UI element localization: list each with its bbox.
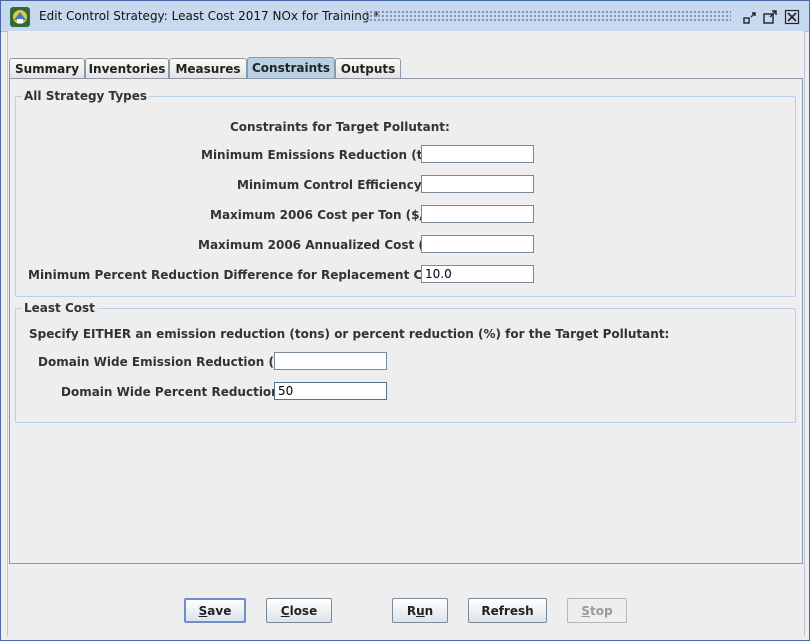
stop-mnemonic: S bbox=[581, 603, 591, 618]
close-icon[interactable] bbox=[784, 9, 800, 25]
max-annualized-cost-input[interactable] bbox=[421, 235, 534, 253]
run-label-rest: n bbox=[424, 603, 434, 618]
close-label-rest: lose bbox=[289, 603, 318, 618]
minimize-icon[interactable] bbox=[742, 9, 758, 25]
max-annualized-cost-label: Maximum 2006 Annualized Cost ($/yr) bbox=[198, 238, 456, 252]
min-control-efficiency-input[interactable] bbox=[421, 175, 534, 193]
tab-summary[interactable]: Summary bbox=[9, 58, 85, 79]
least-cost-instruction: Specify EITHER an emission reduction (to… bbox=[29, 327, 670, 341]
min-control-efficiency-label: Minimum Control Efficiency (%) bbox=[237, 178, 449, 192]
min-percent-reduction-difference-input[interactable] bbox=[421, 265, 534, 283]
min-emissions-reduction-label: Minimum Emissions Reduction (tons) bbox=[201, 148, 452, 162]
refresh-button[interactable]: Refresh bbox=[468, 598, 547, 623]
max-cost-per-ton-input[interactable] bbox=[421, 205, 534, 223]
run-button[interactable]: Run bbox=[392, 598, 448, 623]
maximize-icon[interactable] bbox=[762, 9, 778, 25]
close-mnemonic: C bbox=[280, 603, 290, 618]
tab-outputs[interactable]: Outputs bbox=[335, 58, 401, 79]
edit-control-strategy-window: Edit Control Strategy: Least Cost 2017 N… bbox=[0, 0, 810, 641]
emf-app-icon bbox=[10, 7, 30, 27]
constraints-heading: Constraints for Target Pollutant: bbox=[230, 120, 450, 134]
domain-wide-emission-reduction-input[interactable] bbox=[274, 352, 387, 370]
domain-wide-emission-reduction-label: Domain Wide Emission Reduction (tons) bbox=[38, 355, 310, 369]
tab-inventories[interactable]: Inventories bbox=[85, 58, 169, 79]
stop-label-rest: top bbox=[590, 603, 613, 618]
save-label-rest: ave bbox=[207, 603, 232, 618]
tab-constraints[interactable]: Constraints bbox=[247, 57, 335, 80]
save-mnemonic: S bbox=[198, 603, 208, 618]
domain-wide-percent-reduction-input[interactable] bbox=[274, 382, 387, 400]
save-button[interactable]: Save bbox=[184, 598, 246, 623]
tab-measures[interactable]: Measures bbox=[169, 58, 247, 79]
title-bar-grip bbox=[365, 10, 731, 22]
run-mnemonic: u bbox=[416, 603, 425, 618]
stop-button[interactable]: Stop bbox=[567, 598, 627, 623]
run-label-pre: R bbox=[406, 603, 417, 618]
window-title: Edit Control Strategy: Least Cost 2017 N… bbox=[39, 9, 380, 23]
least-cost-title: Least Cost bbox=[22, 301, 97, 315]
min-emissions-reduction-input[interactable] bbox=[421, 145, 534, 163]
max-cost-per-ton-label: Maximum 2006 Cost per Ton ($/ton) bbox=[210, 208, 452, 222]
domain-wide-percent-reduction-label: Domain Wide Percent Reduction (%) bbox=[61, 385, 307, 399]
all-strategy-types-title: All Strategy Types bbox=[22, 89, 150, 103]
title-bar[interactable]: Edit Control Strategy: Least Cost 2017 N… bbox=[1, 1, 809, 32]
close-button[interactable]: Close bbox=[266, 598, 332, 623]
